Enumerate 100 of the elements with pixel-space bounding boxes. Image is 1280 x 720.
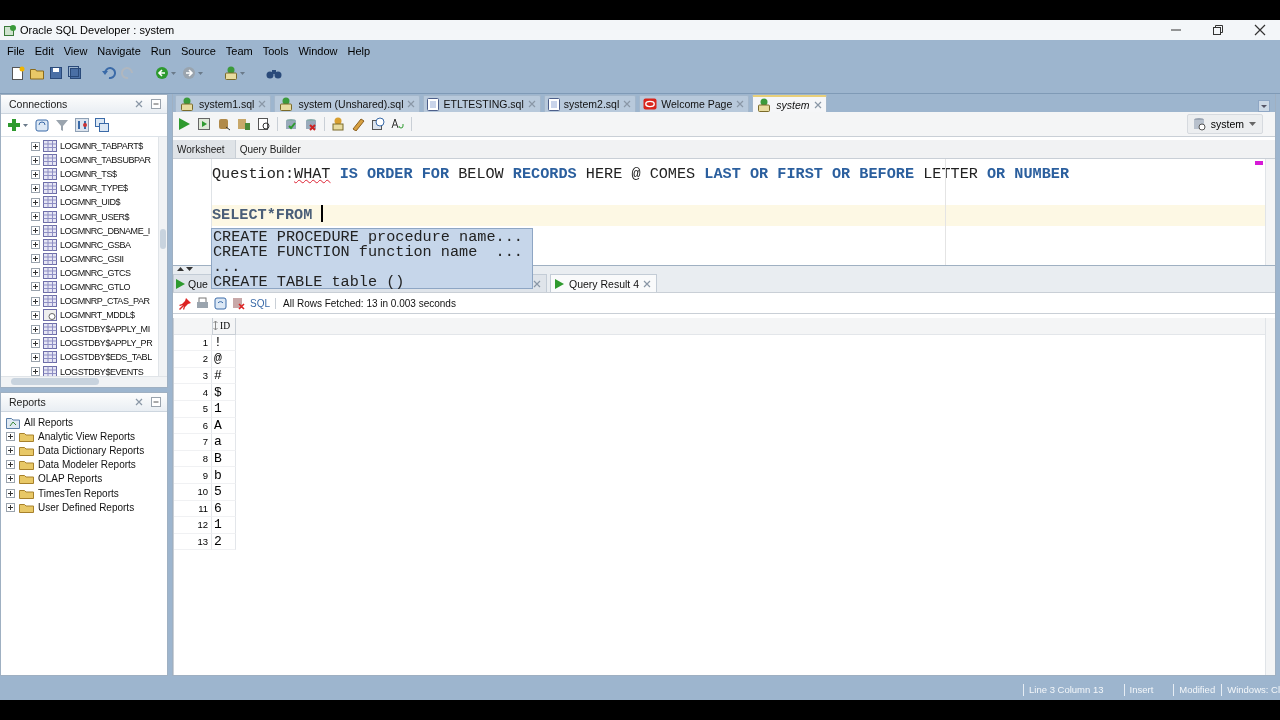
menu-item[interactable]: Run xyxy=(145,45,176,57)
expand-icon[interactable] xyxy=(31,338,40,348)
expand-icon[interactable] xyxy=(31,324,40,334)
add-icon[interactable] xyxy=(7,118,29,132)
worksheet-tab[interactable]: Query Builder xyxy=(235,140,311,158)
expand-icon[interactable] xyxy=(6,488,15,498)
tree-item[interactable]: All Reports xyxy=(24,416,73,428)
tree-item[interactable]: LOGMNRC_GSII xyxy=(60,253,124,264)
editor-tab[interactable]: system1.sql xyxy=(175,95,272,112)
expand-icon[interactable] xyxy=(31,352,40,362)
tree-item[interactable]: LOGMNR_USER$ xyxy=(60,211,130,222)
tree-item[interactable]: LOGMNR_TYPE$ xyxy=(60,183,128,194)
minimize-panel-icon[interactable] xyxy=(151,397,161,407)
menu-item[interactable]: Source xyxy=(175,45,221,57)
refresh-icon[interactable] xyxy=(214,296,227,310)
forward-icon[interactable] xyxy=(182,66,204,80)
expand-icon[interactable] xyxy=(31,296,40,306)
database-user-icon[interactable] xyxy=(224,66,246,80)
result-tab[interactable]: Query Result 4 xyxy=(550,274,658,292)
sql-link[interactable]: SQL xyxy=(250,297,276,309)
column-header[interactable]: ID xyxy=(212,318,236,335)
close-icon[interactable] xyxy=(1254,24,1266,36)
tree-item[interactable]: LOGSTDBY$APPLY_MI xyxy=(60,324,150,335)
vertical-scrollbar[interactable] xyxy=(158,137,167,376)
minimize-panel-icon[interactable] xyxy=(151,99,161,109)
menu-item[interactable]: Tools xyxy=(257,45,294,57)
tree-item[interactable]: LOGMNRC_DBNAME_I xyxy=(60,225,150,236)
expand-icon[interactable] xyxy=(31,282,40,292)
open-folder-icon[interactable] xyxy=(30,66,44,80)
sql-user-icon[interactable] xyxy=(331,117,345,131)
expand-icon[interactable] xyxy=(31,212,40,221)
tree-item[interactable]: LOGMNR_TS$ xyxy=(60,169,117,180)
autotrace-icon[interactable] xyxy=(217,117,231,131)
print-icon[interactable] xyxy=(196,296,209,310)
expand-icon[interactable] xyxy=(6,445,15,455)
schema-browser-icon[interactable] xyxy=(75,118,89,132)
editor-tab[interactable]: system2.sql xyxy=(543,95,637,112)
expand-icon[interactable] xyxy=(31,268,40,278)
menu-item[interactable]: Help xyxy=(342,45,376,57)
autocomplete-popup[interactable]: CREATE PROCEDURE procedure name... CREATE FUNCTION function name ... ... CREATE TABLE table () xyxy=(211,228,533,289)
expand-icon[interactable] xyxy=(6,502,15,512)
filter-icon[interactable] xyxy=(55,118,69,132)
editor-tab[interactable]: ETLTESTING.sql xyxy=(423,95,541,112)
pin-icon[interactable] xyxy=(179,296,191,310)
run-icon[interactable] xyxy=(177,117,191,131)
commit-icon[interactable] xyxy=(284,117,298,131)
save-icon[interactable] xyxy=(49,66,63,80)
sql-tuning-icon[interactable] xyxy=(257,117,271,131)
expand-icon[interactable] xyxy=(6,431,15,441)
tree-item[interactable]: LOGMNR_TABSUBPAR xyxy=(60,155,151,166)
expand-icon[interactable] xyxy=(6,460,15,470)
new-file-icon[interactable] xyxy=(11,66,25,80)
autocomplete-item[interactable]: CREATE FUNCTION function name ... xyxy=(213,245,532,260)
vertical-scrollbar[interactable] xyxy=(1265,159,1275,265)
tree-item[interactable]: LOGMNR_UID$ xyxy=(60,197,121,208)
menu-item[interactable]: Edit xyxy=(29,45,59,57)
menu-item[interactable]: File xyxy=(2,45,30,57)
autocomplete-item[interactable]: CREATE PROCEDURE procedure name... xyxy=(213,230,532,245)
expand-icon[interactable] xyxy=(31,254,40,264)
editor-tab[interactable]: system xyxy=(752,95,827,112)
menu-item[interactable]: View xyxy=(58,45,93,57)
expand-icon[interactable] xyxy=(31,155,40,165)
restore-icon[interactable] xyxy=(1212,24,1224,36)
expand-icon[interactable] xyxy=(31,226,40,236)
delete-icon[interactable] xyxy=(232,296,245,310)
rollback-icon[interactable] xyxy=(304,117,318,131)
collapse-all-icon[interactable] xyxy=(95,118,109,132)
expand-icon[interactable] xyxy=(31,310,40,320)
tab-list-icon[interactable] xyxy=(1258,100,1270,112)
expand-icon[interactable] xyxy=(31,197,40,207)
menu-item[interactable]: Window xyxy=(293,45,343,57)
horizontal-scrollbar[interactable] xyxy=(1,376,167,387)
save-all-icon[interactable] xyxy=(68,66,82,80)
explain-plan-icon[interactable] xyxy=(237,117,251,131)
tree-item[interactable]: LOGSTDBY$APPLY_PR xyxy=(60,338,153,349)
editor-tab[interactable]: system (Unshared).sql xyxy=(274,95,421,112)
tree-item[interactable]: Data Dictionary Reports xyxy=(38,444,145,456)
tree-item[interactable]: Analytic View Reports xyxy=(38,430,136,442)
expand-icon[interactable] xyxy=(31,240,40,250)
run-script-icon[interactable] xyxy=(197,117,211,131)
tree-item[interactable]: LOGSTDBY$EDS_TABL xyxy=(60,352,152,363)
tree-item[interactable]: LOGMNRC_GTLO xyxy=(60,282,131,292)
undo-icon[interactable] xyxy=(102,66,116,80)
format-text-icon[interactable] xyxy=(391,117,405,131)
vertical-scrollbar[interactable] xyxy=(1265,318,1275,675)
tree-item[interactable]: LOGSTDBY$EVENTS xyxy=(60,366,144,377)
expand-icon[interactable] xyxy=(31,367,40,377)
expand-icon[interactable] xyxy=(6,474,15,484)
tree-item[interactable]: Data Modeler Reports xyxy=(38,459,136,471)
tree-item[interactable]: LOGMNRC_GSBA xyxy=(60,239,131,250)
back-icon[interactable] xyxy=(155,66,177,80)
menu-item[interactable]: Navigate xyxy=(92,45,146,57)
worksheet-tab[interactable]: Worksheet xyxy=(173,140,236,158)
autocomplete-item[interactable]: CREATE TABLE table () xyxy=(213,275,532,290)
tree-item[interactable]: User Defined Reports xyxy=(38,501,135,513)
connection-selector[interactable]: system xyxy=(1186,114,1263,134)
expand-icon[interactable] xyxy=(31,169,40,179)
tree-item[interactable]: LOGMNRC_GTCS xyxy=(60,267,131,278)
autocomplete-item[interactable]: ... xyxy=(213,260,532,275)
tree-item[interactable]: LOGMNRT_MDDL$ xyxy=(60,310,135,321)
